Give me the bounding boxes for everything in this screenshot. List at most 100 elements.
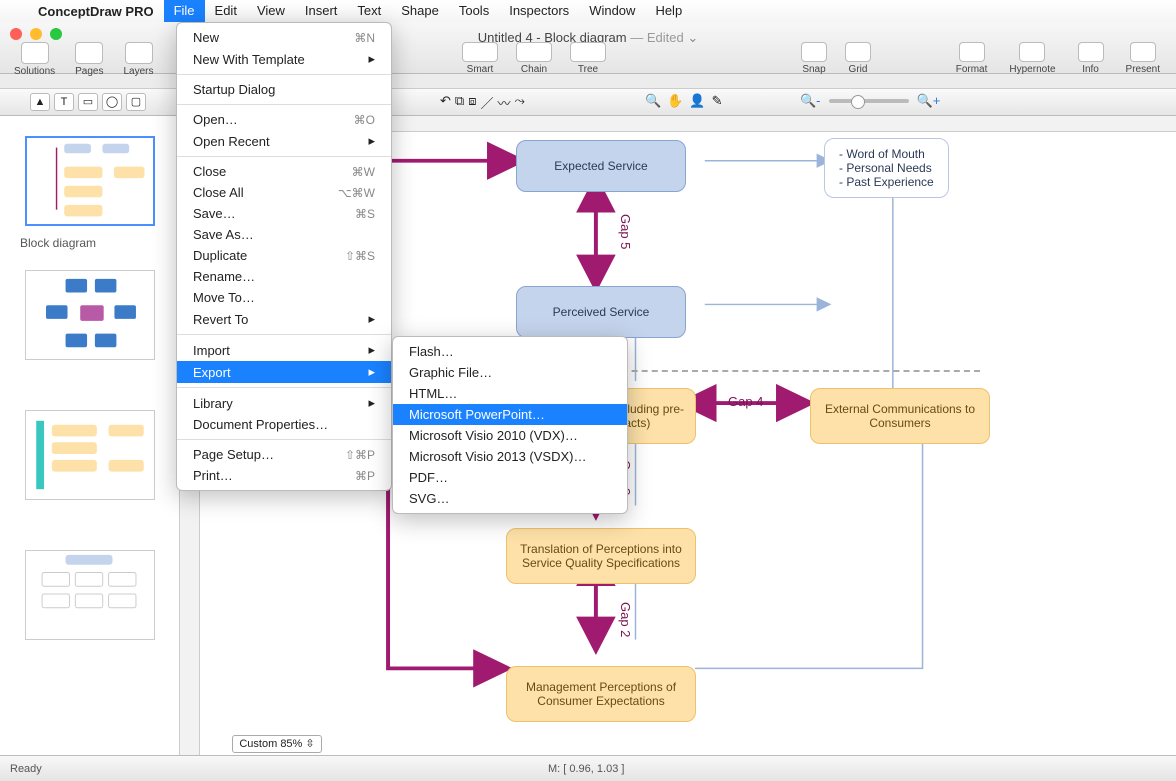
present-icon — [1130, 42, 1156, 62]
menu-shape[interactable]: Shape — [391, 0, 449, 22]
status-ready: Ready — [10, 763, 42, 775]
export-graphic[interactable]: Graphic File… — [393, 362, 627, 383]
notes-box[interactable]: - Word of Mouth - Personal Needs - Past … — [824, 138, 949, 198]
menu-edit[interactable]: Edit — [205, 0, 247, 22]
page-thumbnail-label: Block diagram — [20, 236, 169, 250]
menu-item-new-template[interactable]: New With Template▸ — [177, 48, 391, 70]
file-menu: New⌘N New With Template▸ Startup Dialog … — [176, 22, 392, 491]
solutions-icon — [21, 42, 49, 64]
menu-item-revert-to[interactable]: Revert To▸ — [177, 308, 391, 330]
line-button[interactable]: ／ — [480, 93, 493, 112]
menu-inspectors[interactable]: Inspectors — [499, 0, 579, 22]
export-visio-2010[interactable]: Microsoft Visio 2010 (VDX)… — [393, 425, 627, 446]
layers-button[interactable]: Layers — [118, 42, 160, 77]
menu-item-open-recent[interactable]: Open Recent▸ — [177, 130, 391, 152]
zoom-combo[interactable]: Custom 85% ⇳ — [232, 735, 322, 753]
box-translation[interactable]: Translation of Perceptions into Service … — [506, 528, 696, 584]
menu-item-print[interactable]: Print…⌘P — [177, 465, 391, 486]
menu-item-move-to[interactable]: Move To… — [177, 287, 391, 308]
pan-tool[interactable]: ✋ — [667, 93, 683, 109]
export-powerpoint[interactable]: Microsoft PowerPoint… — [393, 404, 627, 425]
menu-item-import[interactable]: Import▸ — [177, 339, 391, 361]
export-svg[interactable]: SVG… — [393, 488, 627, 509]
menu-tools[interactable]: Tools — [449, 0, 499, 22]
undo-button[interactable]: ↶ — [440, 93, 451, 112]
ellipse-tool[interactable]: ◯ — [102, 93, 122, 111]
zoom-slider[interactable] — [829, 99, 909, 103]
menu-item-open[interactable]: Open…⌘O — [177, 109, 391, 130]
menu-item-close[interactable]: Close⌘W — [177, 161, 391, 182]
page-thumbnail-2[interactable] — [25, 270, 155, 360]
menu-window[interactable]: Window — [579, 0, 645, 22]
menu-item-close-all[interactable]: Close All⌥⌘W — [177, 182, 391, 203]
menu-view[interactable]: View — [247, 0, 295, 22]
chain-icon — [516, 42, 552, 62]
minimize-window-button[interactable] — [30, 28, 42, 40]
box-expected-service[interactable]: Expected Service — [516, 140, 686, 192]
zoom-tool[interactable]: 🔍 — [645, 93, 661, 109]
zoom-in-button[interactable]: 🔍+ — [917, 93, 941, 109]
ungroup-button[interactable]: ⧈ — [468, 93, 476, 112]
menu-item-save[interactable]: Save…⌘S — [177, 203, 391, 224]
pointer-tool[interactable]: ▲ — [30, 93, 50, 111]
page-thumbnail-4[interactable] — [25, 550, 155, 640]
menu-help[interactable]: Help — [645, 0, 692, 22]
right-toolbar: Format Hypernote Info Present — [950, 42, 1166, 75]
chain-button[interactable]: Chain — [510, 42, 558, 75]
menu-insert[interactable]: Insert — [295, 0, 348, 22]
close-window-button[interactable] — [10, 28, 22, 40]
menu-text[interactable]: Text — [347, 0, 391, 22]
menu-item-new[interactable]: New⌘N — [177, 27, 391, 48]
connector-toolbar: Smart Chain Tree — [456, 42, 612, 75]
menu-item-duplicate[interactable]: Duplicate⇧⌘S — [177, 245, 391, 266]
smart-button[interactable]: Smart — [456, 42, 504, 75]
menu-item-save-as[interactable]: Save As… — [177, 224, 391, 245]
menu-item-page-setup[interactable]: Page Setup…⇧⌘P — [177, 444, 391, 465]
status-bar: Ready M: [ 0.96, 1.03 ] — [0, 755, 1176, 781]
stamp-tool[interactable]: 👤 — [689, 93, 705, 109]
export-html[interactable]: HTML… — [393, 383, 627, 404]
menu-item-startup[interactable]: Startup Dialog — [177, 79, 391, 100]
menu-item-doc-props[interactable]: Document Properties… — [177, 414, 391, 435]
box-perceived-service[interactable]: Perceived Service — [516, 286, 686, 338]
solutions-button[interactable]: Solutions — [8, 42, 61, 77]
text-tool[interactable]: T — [54, 93, 74, 111]
pages-icon — [75, 42, 103, 64]
menu-file[interactable]: File — [164, 0, 205, 22]
page-thumbnail-1[interactable] — [25, 136, 155, 226]
curve-button[interactable]: 〰 — [498, 93, 511, 112]
group-button[interactable]: ⧉ — [455, 93, 464, 112]
hypernote-button[interactable]: Hypernote — [1003, 42, 1061, 75]
snap-button[interactable]: Snap — [795, 42, 833, 75]
export-visio-2013[interactable]: Microsoft Visio 2013 (VSDX)… — [393, 446, 627, 467]
zoom-out-button[interactable]: 🔍- — [800, 93, 821, 109]
present-button[interactable]: Present — [1120, 42, 1166, 75]
app-name: ConceptDraw PRO — [28, 4, 164, 19]
format-button[interactable]: Format — [950, 42, 994, 75]
info-icon — [1078, 42, 1104, 62]
zoom-window-button[interactable] — [50, 28, 62, 40]
rect-tool[interactable]: ▭ — [78, 93, 98, 111]
snap-icon — [801, 42, 827, 62]
menubar: ConceptDraw PRO File Edit View Insert Te… — [0, 0, 1176, 22]
left-toolbar: Solutions Pages Layers — [8, 42, 160, 77]
export-pdf[interactable]: PDF… — [393, 467, 627, 488]
eyedropper-tool[interactable]: ✎ — [712, 93, 723, 109]
info-button[interactable]: Info — [1072, 42, 1110, 75]
roundrect-tool[interactable]: ▢ — [126, 93, 146, 111]
page-thumbnail-3[interactable] — [25, 410, 155, 500]
pages-button[interactable]: Pages — [69, 42, 109, 77]
box-external-comm[interactable]: External Communications to Consumers — [810, 388, 990, 444]
menu-item-export[interactable]: Export▸ — [177, 361, 391, 383]
tree-icon — [570, 42, 606, 62]
hypernote-icon — [1019, 42, 1045, 62]
label-gap2: Gap 2 — [618, 602, 633, 637]
grid-button[interactable]: Grid — [839, 42, 877, 75]
tree-button[interactable]: Tree — [564, 42, 612, 75]
menu-item-rename[interactable]: Rename… — [177, 266, 391, 287]
box-management[interactable]: Management Perceptions of Consumer Expec… — [506, 666, 696, 722]
export-flash[interactable]: Flash… — [393, 341, 627, 362]
connector-button[interactable]: ⤳ — [515, 93, 525, 112]
menu-item-library[interactable]: Library▸ — [177, 392, 391, 414]
pages-sidebar: Block diagram — [0, 116, 180, 755]
